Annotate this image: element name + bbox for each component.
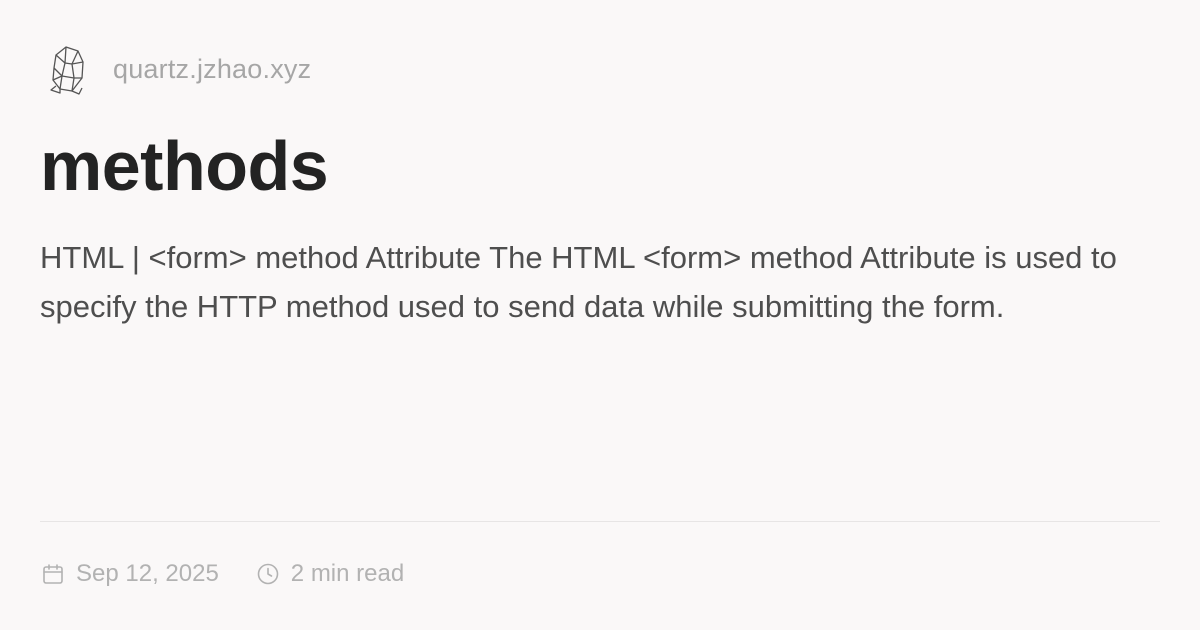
calendar-icon [40,561,66,587]
meta-date: Sep 12, 2025 [40,560,219,588]
meta-reading-time: 2 min read [255,560,404,588]
page-meta: Sep 12, 2025 2 min read [40,556,404,592]
crystal-icon [40,41,96,97]
page-description: HTML | <form> method Attribute The HTML … [40,240,1117,324]
publish-date: Sep 12, 2025 [76,560,219,587]
og-card: quartz.jzhao.xyz methods HTML | <form> m… [0,0,1200,630]
site-header: quartz.jzhao.xyz [40,40,311,98]
reading-time: 2 min read [290,560,405,587]
page-title: methods [40,127,329,205]
divider [40,521,1160,522]
clock-icon [255,561,281,587]
site-name[interactable]: quartz.jzhao.xyz [113,54,311,85]
